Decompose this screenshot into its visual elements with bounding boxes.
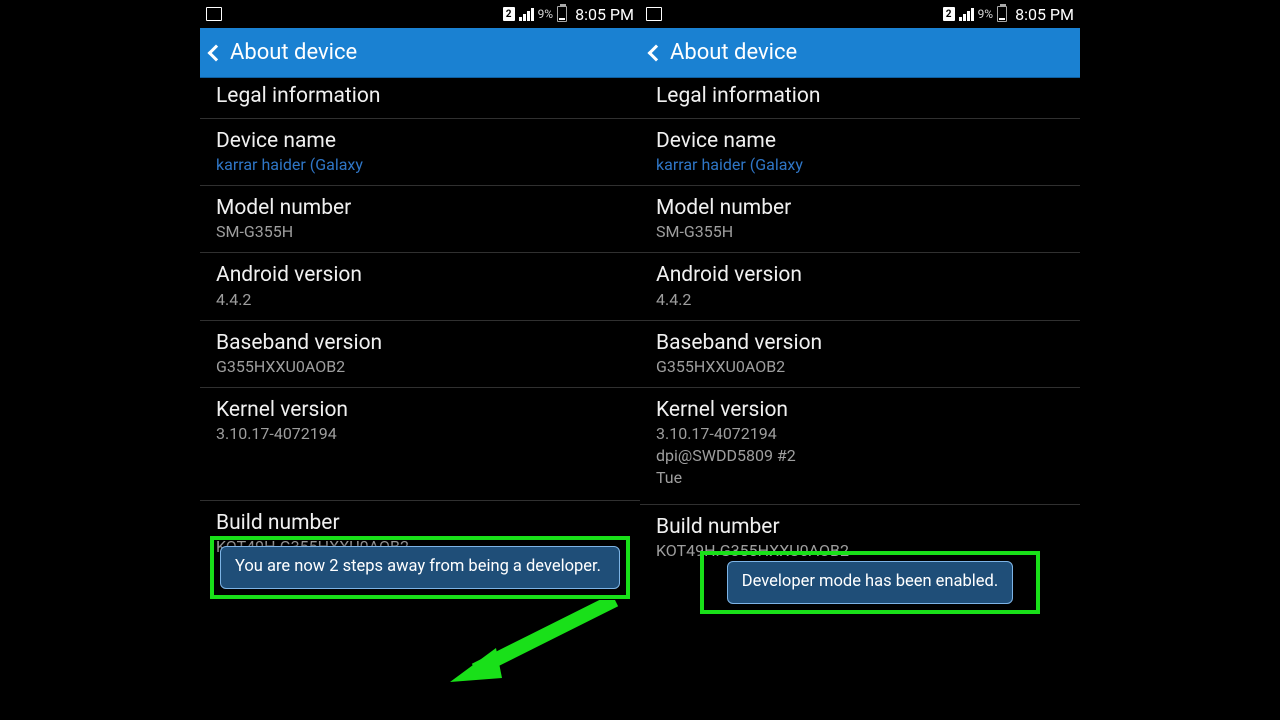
row-title: Kernel version — [216, 398, 624, 422]
status-bar: 2 9% 8:05 PM — [640, 0, 1080, 28]
sim-indicator: 2 — [943, 7, 955, 21]
row-title: Device name — [656, 129, 1064, 153]
picture-icon — [646, 7, 662, 21]
row-title: Kernel version — [656, 398, 1064, 422]
sim-indicator: 2 — [503, 7, 515, 21]
status-bar: 2 9% 8:05 PM — [200, 0, 640, 28]
row-title: Model number — [656, 196, 1064, 220]
row-subtitle-line3: Tue — [656, 468, 1064, 488]
stage: 2 9% 8:05 PM About device Legal informat… — [0, 0, 1280, 720]
row-title: Baseband version — [216, 331, 624, 355]
row-title: Legal information — [216, 84, 624, 108]
signal-icon — [959, 7, 974, 21]
battery-percent: 9% — [978, 7, 994, 21]
row-android-version[interactable]: Android version 4.4.2 — [200, 253, 640, 320]
row-subtitle: 3.10.17-4072194 — [216, 424, 624, 444]
battery-icon — [557, 6, 567, 22]
toast-highlight: You are now 2 steps away from being a de… — [210, 536, 630, 599]
row-subtitle: karrar haider (Galaxy — [216, 155, 624, 175]
row-subtitle: 4.4.2 — [656, 290, 1064, 310]
battery-percent: 9% — [538, 7, 554, 21]
picture-icon — [206, 7, 222, 21]
arrow-annotation — [450, 600, 620, 690]
settings-list[interactable]: Legal information Device name karrar hai… — [200, 78, 640, 567]
phone-right: 2 9% 8:05 PM About device Legal informat… — [640, 0, 1080, 720]
battery-icon — [997, 6, 1007, 22]
header-title: About device — [670, 40, 797, 65]
row-subtitle: SM-G355H — [656, 222, 1064, 242]
row-subtitle: 3.10.17-4072194 — [656, 424, 1064, 444]
row-legal-information[interactable]: Legal information — [640, 78, 1080, 119]
row-subtitle: G355HXXU0AOB2 — [656, 357, 1064, 377]
phone-left: 2 9% 8:05 PM About device Legal informat… — [200, 0, 640, 720]
clock: 8:05 PM — [575, 5, 634, 24]
row-model-number[interactable]: Model number SM-G355H — [640, 186, 1080, 253]
row-model-number[interactable]: Model number SM-G355H — [200, 186, 640, 253]
row-subtitle: SM-G355H — [216, 222, 624, 242]
header-title: About device — [230, 40, 357, 65]
signal-icon — [519, 7, 534, 21]
row-title: Legal information — [656, 84, 1064, 108]
row-subtitle: karrar haider (Galaxy — [656, 155, 1064, 175]
row-kernel-version[interactable]: Kernel version 3.10.17-4072194 — [200, 388, 640, 501]
row-title: Baseband version — [656, 331, 1064, 355]
back-icon[interactable] — [648, 44, 665, 61]
row-title: Build number — [216, 511, 624, 535]
row-title: Android version — [656, 263, 1064, 287]
row-kernel-version[interactable]: Kernel version 3.10.17-4072194 dpi@SWDD5… — [640, 388, 1080, 505]
back-icon[interactable] — [208, 44, 225, 61]
row-subtitle: 4.4.2 — [216, 290, 624, 310]
toast-highlight: Developer mode has been enabled. — [700, 551, 1040, 614]
row-title: Model number — [216, 196, 624, 220]
toast-message: You are now 2 steps away from being a de… — [220, 546, 620, 589]
settings-list[interactable]: Legal information Device name karrar hai… — [640, 78, 1080, 571]
row-title: Android version — [216, 263, 624, 287]
row-subtitle: G355HXXU0AOB2 — [216, 357, 624, 377]
row-title: Build number — [656, 515, 1064, 539]
toast-message: Developer mode has been enabled. — [727, 561, 1013, 604]
header-bar[interactable]: About device — [640, 28, 1080, 78]
row-baseband-version[interactable]: Baseband version G355HXXU0AOB2 — [200, 321, 640, 388]
clock: 8:05 PM — [1015, 5, 1074, 24]
row-baseband-version[interactable]: Baseband version G355HXXU0AOB2 — [640, 321, 1080, 388]
row-device-name[interactable]: Device name karrar haider (Galaxy — [640, 119, 1080, 186]
row-android-version[interactable]: Android version 4.4.2 — [640, 253, 1080, 320]
header-bar[interactable]: About device — [200, 28, 640, 78]
row-legal-information[interactable]: Legal information — [200, 78, 640, 119]
row-title: Device name — [216, 129, 624, 153]
row-device-name[interactable]: Device name karrar haider (Galaxy — [200, 119, 640, 186]
row-subtitle-line2: dpi@SWDD5809 #2 — [656, 446, 1064, 466]
